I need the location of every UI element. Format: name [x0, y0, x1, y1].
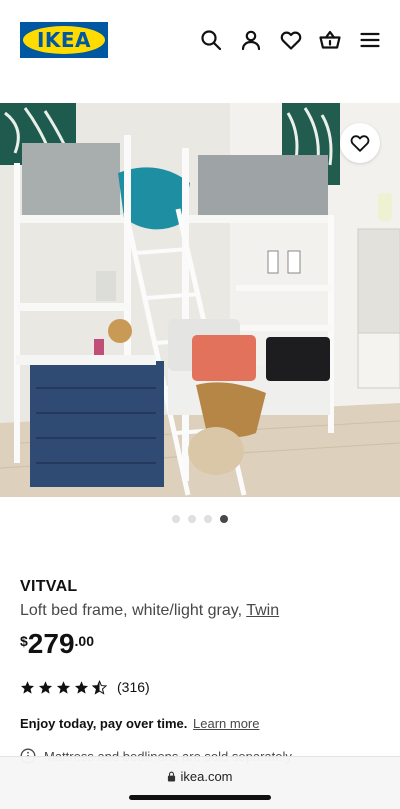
- lock-icon: [168, 771, 176, 782]
- product-photo: [0, 103, 400, 497]
- product-image[interactable]: [0, 103, 400, 497]
- learn-more-link[interactable]: Learn more: [193, 716, 259, 731]
- carousel-pagination: [0, 515, 400, 525]
- ikea-logo[interactable]: IKEA: [20, 22, 108, 58]
- logo-text: IKEA: [36, 28, 92, 52]
- star-full-icon: [38, 680, 53, 694]
- star-full-icon: [20, 680, 35, 694]
- account-icon[interactable]: [239, 28, 263, 52]
- star-full-icon: [56, 680, 71, 694]
- review-count[interactable]: (316): [117, 679, 150, 695]
- product-price: $ 279 .00: [20, 628, 94, 662]
- product-rating[interactable]: (316): [20, 678, 150, 696]
- product-description: Loft bed frame, white/light gray, Twin: [20, 602, 279, 620]
- wishlist-heart-icon[interactable]: [279, 28, 303, 52]
- price-decimal: .00: [74, 633, 94, 649]
- home-indicator[interactable]: [129, 795, 271, 800]
- price-whole: 279: [27, 628, 75, 659]
- browser-address-bar[interactable]: ikea.com: [0, 756, 400, 809]
- carousel-dot[interactable]: [188, 515, 196, 523]
- price-currency: $: [20, 633, 28, 649]
- save-favorite-button[interactable]: [340, 123, 380, 163]
- financing-message: Enjoy today, pay over time. Learn more: [20, 716, 259, 731]
- url-text: ikea.com: [180, 769, 233, 784]
- search-icon[interactable]: [199, 28, 223, 52]
- carousel-dot[interactable]: [172, 515, 180, 523]
- cart-icon[interactable]: [318, 28, 342, 52]
- logo-oval: IKEA: [23, 26, 105, 54]
- product-name: VITVAL: [20, 578, 78, 595]
- star-half-icon: [92, 679, 107, 695]
- star-full-icon: [74, 680, 89, 694]
- financing-text: Enjoy today, pay over time.: [20, 716, 188, 731]
- carousel-dot[interactable]: [204, 515, 212, 523]
- heart-icon: [350, 135, 370, 152]
- url-display[interactable]: ikea.com: [0, 769, 400, 784]
- site-header: IKEA: [0, 0, 400, 80]
- menu-icon[interactable]: [358, 28, 382, 52]
- size-link[interactable]: Twin: [246, 602, 279, 619]
- carousel-dot-active[interactable]: [220, 515, 228, 523]
- product-description-text: Loft bed frame, white/light gray,: [20, 602, 247, 619]
